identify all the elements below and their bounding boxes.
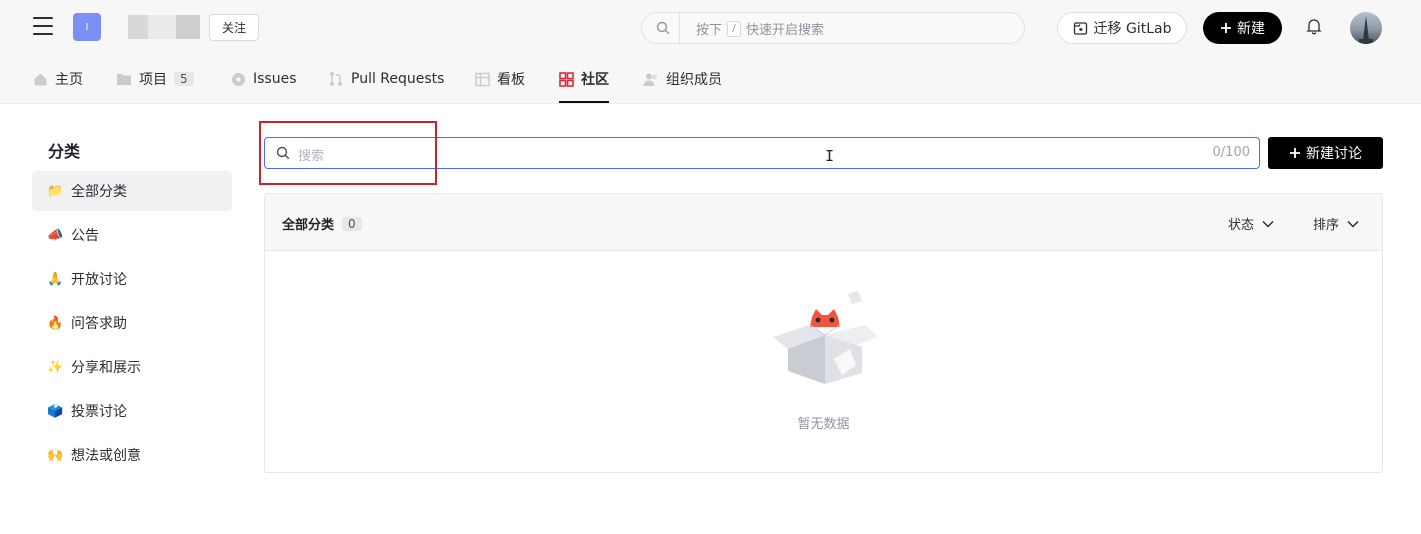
search-icon [276, 146, 290, 160]
panel-title-label: 全部分类 [282, 218, 335, 233]
tab-projects-label: 项目 [139, 72, 167, 88]
plus-icon [1290, 148, 1300, 158]
tab-pull-requests-label: Pull Requests [351, 71, 445, 87]
category-label: 想法或创意 [71, 448, 141, 464]
home-icon [34, 73, 47, 85]
tab-home-label: 主页 [55, 72, 83, 88]
category-label: 分享和展示 [71, 360, 141, 376]
chevron-down-icon [1262, 220, 1274, 228]
folder-icon [117, 74, 131, 85]
text-cursor-icon: I [825, 147, 835, 165]
new-label: 新建 [1237, 21, 1265, 37]
projects-count-badge: 5 [174, 72, 194, 86]
category-label: 投票讨论 [71, 404, 127, 420]
tab-projects[interactable]: 项目 5 [116, 55, 194, 103]
category-label: 全部分类 [71, 184, 127, 200]
migrate-gitlab-label: 迁移 GitLab [1093, 21, 1172, 37]
megaphone-icon: 📣 [47, 227, 64, 243]
panel-count-badge: 0 [342, 216, 362, 231]
org-avatar[interactable]: I [73, 13, 101, 41]
new-button[interactable]: 新建 [1203, 12, 1282, 44]
sidebar-title: 分类 [48, 142, 81, 161]
search-placeholder: 搜索 [298, 149, 325, 164]
user-avatar[interactable] [1350, 12, 1382, 44]
discussion-search-input[interactable]: 搜索 0/100 [264, 137, 1260, 169]
members-icon [643, 73, 657, 86]
category-all[interactable]: 📁 全部分类 [32, 171, 232, 211]
tab-members-label: 组织成员 [666, 72, 722, 88]
board-icon [475, 72, 490, 86]
tab-issues[interactable]: Issues [231, 55, 297, 103]
sparkles-icon: ✨ [47, 359, 64, 375]
search-shortcut-key: / [727, 20, 742, 37]
panel-title: 全部分类 0 [282, 214, 362, 233]
category-label: 问答求助 [71, 316, 127, 332]
sort-filter[interactable]: 排序 [1313, 214, 1359, 233]
status-filter-label: 状态 [1228, 218, 1255, 233]
discussion-list-panel: 全部分类 0 状态 排序 暂无数据 [264, 193, 1383, 473]
tab-board-label: 看板 [497, 72, 525, 88]
org-name[interactable] [128, 15, 200, 39]
sort-filter-label: 排序 [1313, 218, 1340, 233]
tab-members[interactable]: 组织成员 [643, 55, 722, 103]
tab-community-label: 社区 [581, 72, 609, 88]
empty-state-text: 暂无数据 [797, 417, 850, 432]
status-filter[interactable]: 状态 [1228, 214, 1274, 233]
category-qa[interactable]: 🔥 问答求助 [32, 303, 232, 343]
new-discussion-button[interactable]: 新建讨论 [1268, 137, 1383, 169]
fire-icon: 🔥 [47, 315, 64, 331]
pray-icon: 🙏 [47, 271, 64, 287]
search-hint-prefix: 按下 [696, 23, 723, 38]
search-divider [679, 13, 680, 43]
community-icon [559, 71, 574, 87]
category-label: 公告 [71, 228, 99, 244]
global-search[interactable]: 按下 / 快速开启搜索 [641, 12, 1025, 44]
tab-issues-label: Issues [253, 71, 297, 87]
search-icon [656, 21, 670, 35]
empty-box-illustration [773, 291, 878, 384]
category-open-discussion[interactable]: 🙏 开放讨论 [32, 259, 232, 299]
import-icon [1073, 21, 1087, 35]
folder-emoji-icon: 📁 [47, 183, 64, 199]
top-bar: I 关注 按下 / 快速开启搜索 迁移 GitLab 新建 [0, 0, 1421, 55]
tab-pull-requests[interactable]: Pull Requests [328, 55, 444, 103]
category-show-and-tell[interactable]: ✨ 分享和展示 [32, 347, 232, 387]
issues-icon [232, 72, 245, 86]
tab-board[interactable]: 看板 [475, 55, 525, 103]
search-hint-suffix: 快速开启搜索 [746, 23, 825, 38]
search-char-count: 0/100 [1212, 145, 1250, 160]
bell-icon[interactable] [1305, 17, 1323, 35]
migrate-gitlab-button[interactable]: 迁移 GitLab [1057, 12, 1187, 44]
tab-community[interactable]: 社区 [559, 55, 609, 103]
avatar-image [1359, 16, 1373, 44]
category-label: 开放讨论 [71, 272, 127, 288]
ballot-box-icon: 🗳️ [47, 403, 64, 419]
new-discussion-label: 新建讨论 [1306, 146, 1362, 162]
org-tabs: 主页 项目 5 Issues Pull Requests 看板 社区 组织成员 [0, 55, 1421, 104]
category-ideas[interactable]: 🙌 想法或创意 [32, 435, 232, 475]
category-announcements[interactable]: 📣 公告 [32, 215, 232, 255]
panel-header: 全部分类 0 状态 排序 [265, 194, 1382, 251]
tab-home[interactable]: 主页 [33, 55, 83, 103]
chevron-down-icon [1347, 220, 1359, 228]
search-hint: 按下 / 快速开启搜索 [696, 19, 824, 38]
pull-request-icon [330, 72, 342, 86]
follow-button[interactable]: 关注 [209, 14, 259, 41]
category-polls[interactable]: 🗳️ 投票讨论 [32, 391, 232, 431]
plus-icon [1221, 23, 1231, 33]
menu-icon[interactable] [33, 17, 53, 37]
raised-hands-icon: 🙌 [47, 447, 64, 463]
